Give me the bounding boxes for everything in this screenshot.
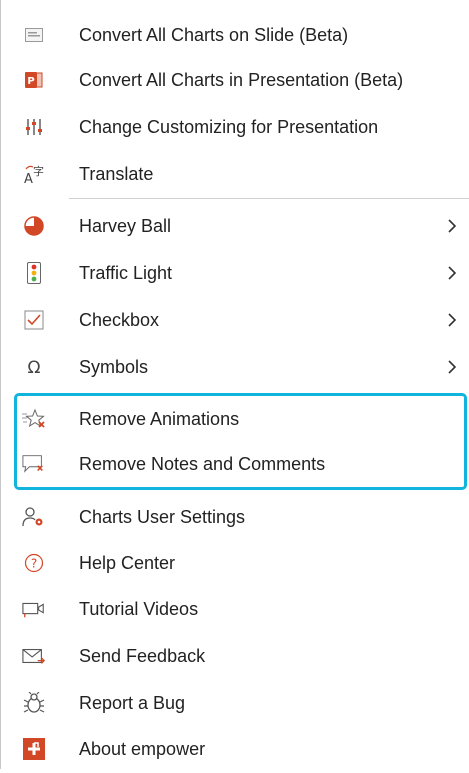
menu-item-remove-animations[interactable]: Remove Animations (1, 395, 469, 443)
svg-text:?: ? (31, 557, 37, 571)
menu-item-label: Change Customizing for Presentation (79, 117, 379, 137)
menu-item-report-bug[interactable]: Report a Bug (1, 679, 469, 727)
menu-separator (69, 198, 469, 199)
menu-item-label: Convert All Charts in Presentation (Beta… (79, 70, 404, 90)
video-icon (22, 597, 46, 621)
harvey-ball-icon (22, 214, 46, 238)
menu-item-label: Tutorial Videos (79, 599, 199, 619)
menu-item-remove-notes-comments[interactable]: Remove Notes and Comments (1, 440, 469, 488)
menu-item-label: Translate (79, 164, 154, 184)
help-icon: ? (22, 551, 46, 575)
svg-text:P: P (27, 76, 34, 87)
chevron-right-icon (444, 312, 460, 328)
menu-item-charts-user-settings[interactable]: Charts User Settings (1, 493, 469, 541)
menu-item-traffic-light[interactable]: Traffic Light (1, 249, 469, 297)
omega-icon: Ω (22, 355, 46, 379)
menu-item-label: About empower (79, 739, 206, 759)
svg-text:Ω: Ω (28, 358, 41, 377)
chart-slide-icon (22, 23, 46, 47)
context-menu: Convert All Charts on Slide (Beta) P Con… (0, 0, 469, 769)
menu-item-label: Checkbox (79, 310, 160, 330)
menu-item-label: Send Feedback (79, 646, 206, 666)
powerpoint-icon: P (22, 68, 46, 92)
menu-item-harvey-ball[interactable]: Harvey Ball (1, 202, 469, 250)
menu-item-label: Help Center (79, 553, 176, 573)
menu-item-tutorial-videos[interactable]: Tutorial Videos (1, 585, 469, 633)
chevron-right-icon (444, 265, 460, 281)
svg-text:A: A (24, 172, 33, 185)
remove-comments-icon (22, 452, 46, 476)
menu-item-convert-charts-slide[interactable]: Convert All Charts on Slide (Beta) (1, 11, 469, 59)
menu-item-change-customizing[interactable]: Change Customizing for Presentation (1, 103, 469, 151)
sliders-icon (22, 115, 46, 139)
menu-item-symbols[interactable]: Ω Symbols (1, 343, 469, 391)
menu-item-label: Report a Bug (79, 693, 186, 713)
traffic-light-icon (22, 261, 46, 285)
empower-logo-icon (22, 737, 46, 761)
menu-item-label: Symbols (79, 357, 149, 377)
menu-item-label: Remove Notes and Comments (79, 454, 326, 474)
menu-item-label: Harvey Ball (79, 216, 172, 236)
menu-item-label: Charts User Settings (79, 507, 246, 527)
menu-item-send-feedback[interactable]: Send Feedback (1, 632, 469, 680)
user-settings-icon (22, 505, 46, 529)
mail-icon (22, 644, 46, 668)
remove-animations-icon (22, 407, 46, 431)
checkbox-icon (22, 308, 46, 332)
menu-item-label: Remove Animations (79, 409, 240, 429)
bug-icon (22, 691, 46, 715)
chevron-right-icon (444, 359, 460, 375)
menu-item-label: Convert All Charts on Slide (Beta) (79, 25, 349, 45)
svg-text:字: 字 (33, 164, 44, 178)
menu-item-about-empower[interactable]: About empower (1, 725, 469, 773)
menu-item-translate[interactable]: A 字 Translate (1, 150, 469, 198)
menu-item-checkbox[interactable]: Checkbox (1, 296, 469, 344)
menu-item-convert-charts-presentation[interactable]: P Convert All Charts in Presentation (Be… (1, 56, 469, 104)
menu-item-help-center[interactable]: ? Help Center (1, 539, 469, 587)
menu-item-label: Traffic Light (79, 263, 173, 283)
translate-icon: A 字 (22, 162, 46, 186)
chevron-right-icon (444, 218, 460, 234)
